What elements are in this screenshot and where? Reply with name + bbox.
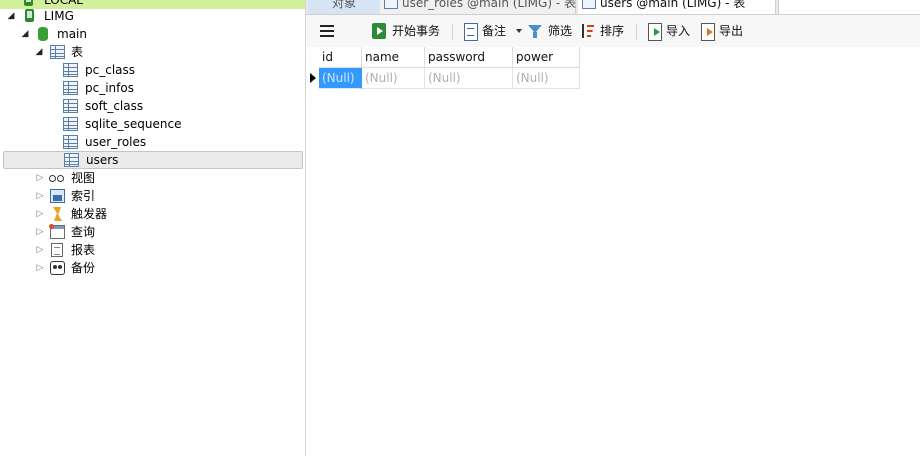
tree-label-table: users (86, 153, 119, 167)
database-icon (25, 9, 34, 22)
tab-user-roles-label: user_roles @main (LIMG) - 表 (402, 0, 576, 10)
tree-row-queries[interactable]: ▷ 查询 (0, 223, 305, 241)
tree-row-indexes[interactable]: ▷ 索引 (0, 187, 305, 205)
tree-label-tables: 表 (71, 45, 84, 59)
expand-arrow-icon[interactable]: ◢ (6, 7, 16, 25)
expand-arrow-icon[interactable]: ▷ (35, 187, 45, 205)
table-icon (63, 135, 78, 149)
tree-row-database[interactable]: ◢ LIMG (0, 7, 305, 25)
connection-icon (24, 0, 33, 6)
index-icon (50, 189, 65, 203)
toolbar-divider (636, 24, 637, 40)
toolbar: 开始事务 备注 筛选 排序 导入 导出 (306, 15, 920, 47)
table-icon (63, 63, 78, 77)
tree-label-table: pc_class (85, 63, 136, 77)
grid-cell[interactable]: (Null) (513, 68, 580, 89)
expand-arrow-icon[interactable]: ◢ (20, 25, 30, 43)
import-label: 导入 (666, 24, 691, 38)
column-header[interactable]: name (362, 47, 425, 68)
tab-user-roles[interactable]: user_roles @main (LIMG) - 表 (380, 0, 576, 14)
tree-row-table[interactable]: soft_class (0, 97, 305, 115)
tree-row-backups[interactable]: ▷ 备份 (0, 259, 305, 277)
lightning-icon (51, 207, 62, 221)
schema-icon (38, 27, 48, 41)
table-editor-panel: 对象 user_roles @main (LIMG) - 表 users @ma… (306, 0, 920, 456)
tab-search-area[interactable] (778, 0, 920, 14)
query-icon (49, 224, 65, 239)
export-icon (701, 23, 715, 41)
tree-row-schema[interactable]: ◢ main (0, 25, 305, 43)
tree-row-reports[interactable]: ▷ 报表 (0, 241, 305, 259)
export-label: 导出 (719, 24, 744, 38)
tree-label-table: pc_infos (85, 81, 134, 95)
expand-arrow-icon[interactable]: ▷ (35, 169, 45, 187)
sort-icon (581, 23, 595, 39)
tree-row-triggers[interactable]: ▷ 触发器 (0, 205, 305, 223)
begin-transaction-label: 开始事务 (392, 24, 441, 38)
tree-label-reports: 报表 (71, 243, 96, 257)
table-icon (63, 117, 78, 131)
column-header[interactable]: power (513, 47, 580, 68)
memo-icon (464, 23, 478, 41)
grid-cell-selected[interactable]: (Null) (319, 68, 362, 89)
grid-cell[interactable]: (Null) (362, 68, 425, 89)
current-row-indicator-icon (310, 73, 316, 83)
tab-objects[interactable]: 对象 (308, 0, 380, 14)
grid-cell[interactable]: (Null) (425, 68, 513, 89)
memo-label: 备注 (482, 24, 507, 38)
tree-row-table[interactable]: sqlite_sequence (0, 115, 305, 133)
tree-label-database: LIMG (44, 9, 74, 23)
tree-row-table[interactable]: pc_class (0, 61, 305, 79)
tree-label-triggers: 触发器 (71, 207, 108, 221)
expand-arrow-icon[interactable]: ▷ (35, 259, 45, 277)
table-icon (64, 153, 79, 167)
backup-icon (50, 261, 65, 275)
toolbar-divider (452, 24, 453, 40)
table-icon (582, 0, 596, 9)
tree-label-schema: main (57, 27, 87, 41)
tab-users-label: users @main (LIMG) - 表 (600, 0, 746, 10)
expand-arrow-icon[interactable]: ▷ (35, 223, 45, 241)
report-icon (51, 243, 63, 257)
table-icon (63, 99, 78, 113)
tree-label-table: soft_class (85, 99, 144, 113)
expand-arrow-icon[interactable]: ▷ (35, 241, 45, 259)
glasses-icon (49, 174, 64, 184)
table-icon (50, 45, 65, 59)
filter-label: 筛选 (548, 24, 573, 38)
tree-label-views: 视图 (71, 171, 96, 185)
tree-row-table[interactable]: user_roles (0, 133, 305, 151)
tree-label-backups: 备份 (71, 261, 96, 275)
column-header[interactable]: password (425, 47, 513, 68)
object-tree-panel: LOCAL ◢ LIMG ◢ main ◢ 表 pc_class pc_info… (0, 0, 306, 456)
tree-label-table: sqlite_sequence (85, 117, 182, 131)
begin-transaction-icon (372, 23, 386, 39)
import-icon (648, 23, 662, 41)
expand-arrow-icon[interactable]: ▷ (35, 205, 45, 223)
tree-row-views[interactable]: ▷ 视图 (0, 169, 305, 187)
sort-label: 排序 (600, 24, 625, 38)
chevron-down-icon[interactable] (516, 29, 522, 33)
tree-row-table-selected[interactable]: users (3, 151, 303, 169)
table-icon (384, 0, 398, 9)
tree-row-table[interactable]: pc_infos (0, 79, 305, 97)
tree-row-tables-group[interactable]: ◢ 表 (0, 43, 305, 61)
hamburger-menu-icon[interactable] (320, 25, 334, 37)
filter-icon (528, 23, 542, 39)
column-header[interactable]: id (319, 47, 362, 68)
tab-bar: 对象 user_roles @main (LIMG) - 表 users @ma… (306, 0, 920, 15)
expand-arrow-icon[interactable]: ◢ (34, 43, 44, 61)
tree-label-indexes: 索引 (71, 189, 96, 203)
table-icon (63, 81, 78, 95)
tree-label-queries: 查询 (71, 225, 96, 239)
tab-users[interactable]: users @main (LIMG) - 表 (578, 0, 776, 14)
tree-label-table: user_roles (85, 135, 147, 149)
